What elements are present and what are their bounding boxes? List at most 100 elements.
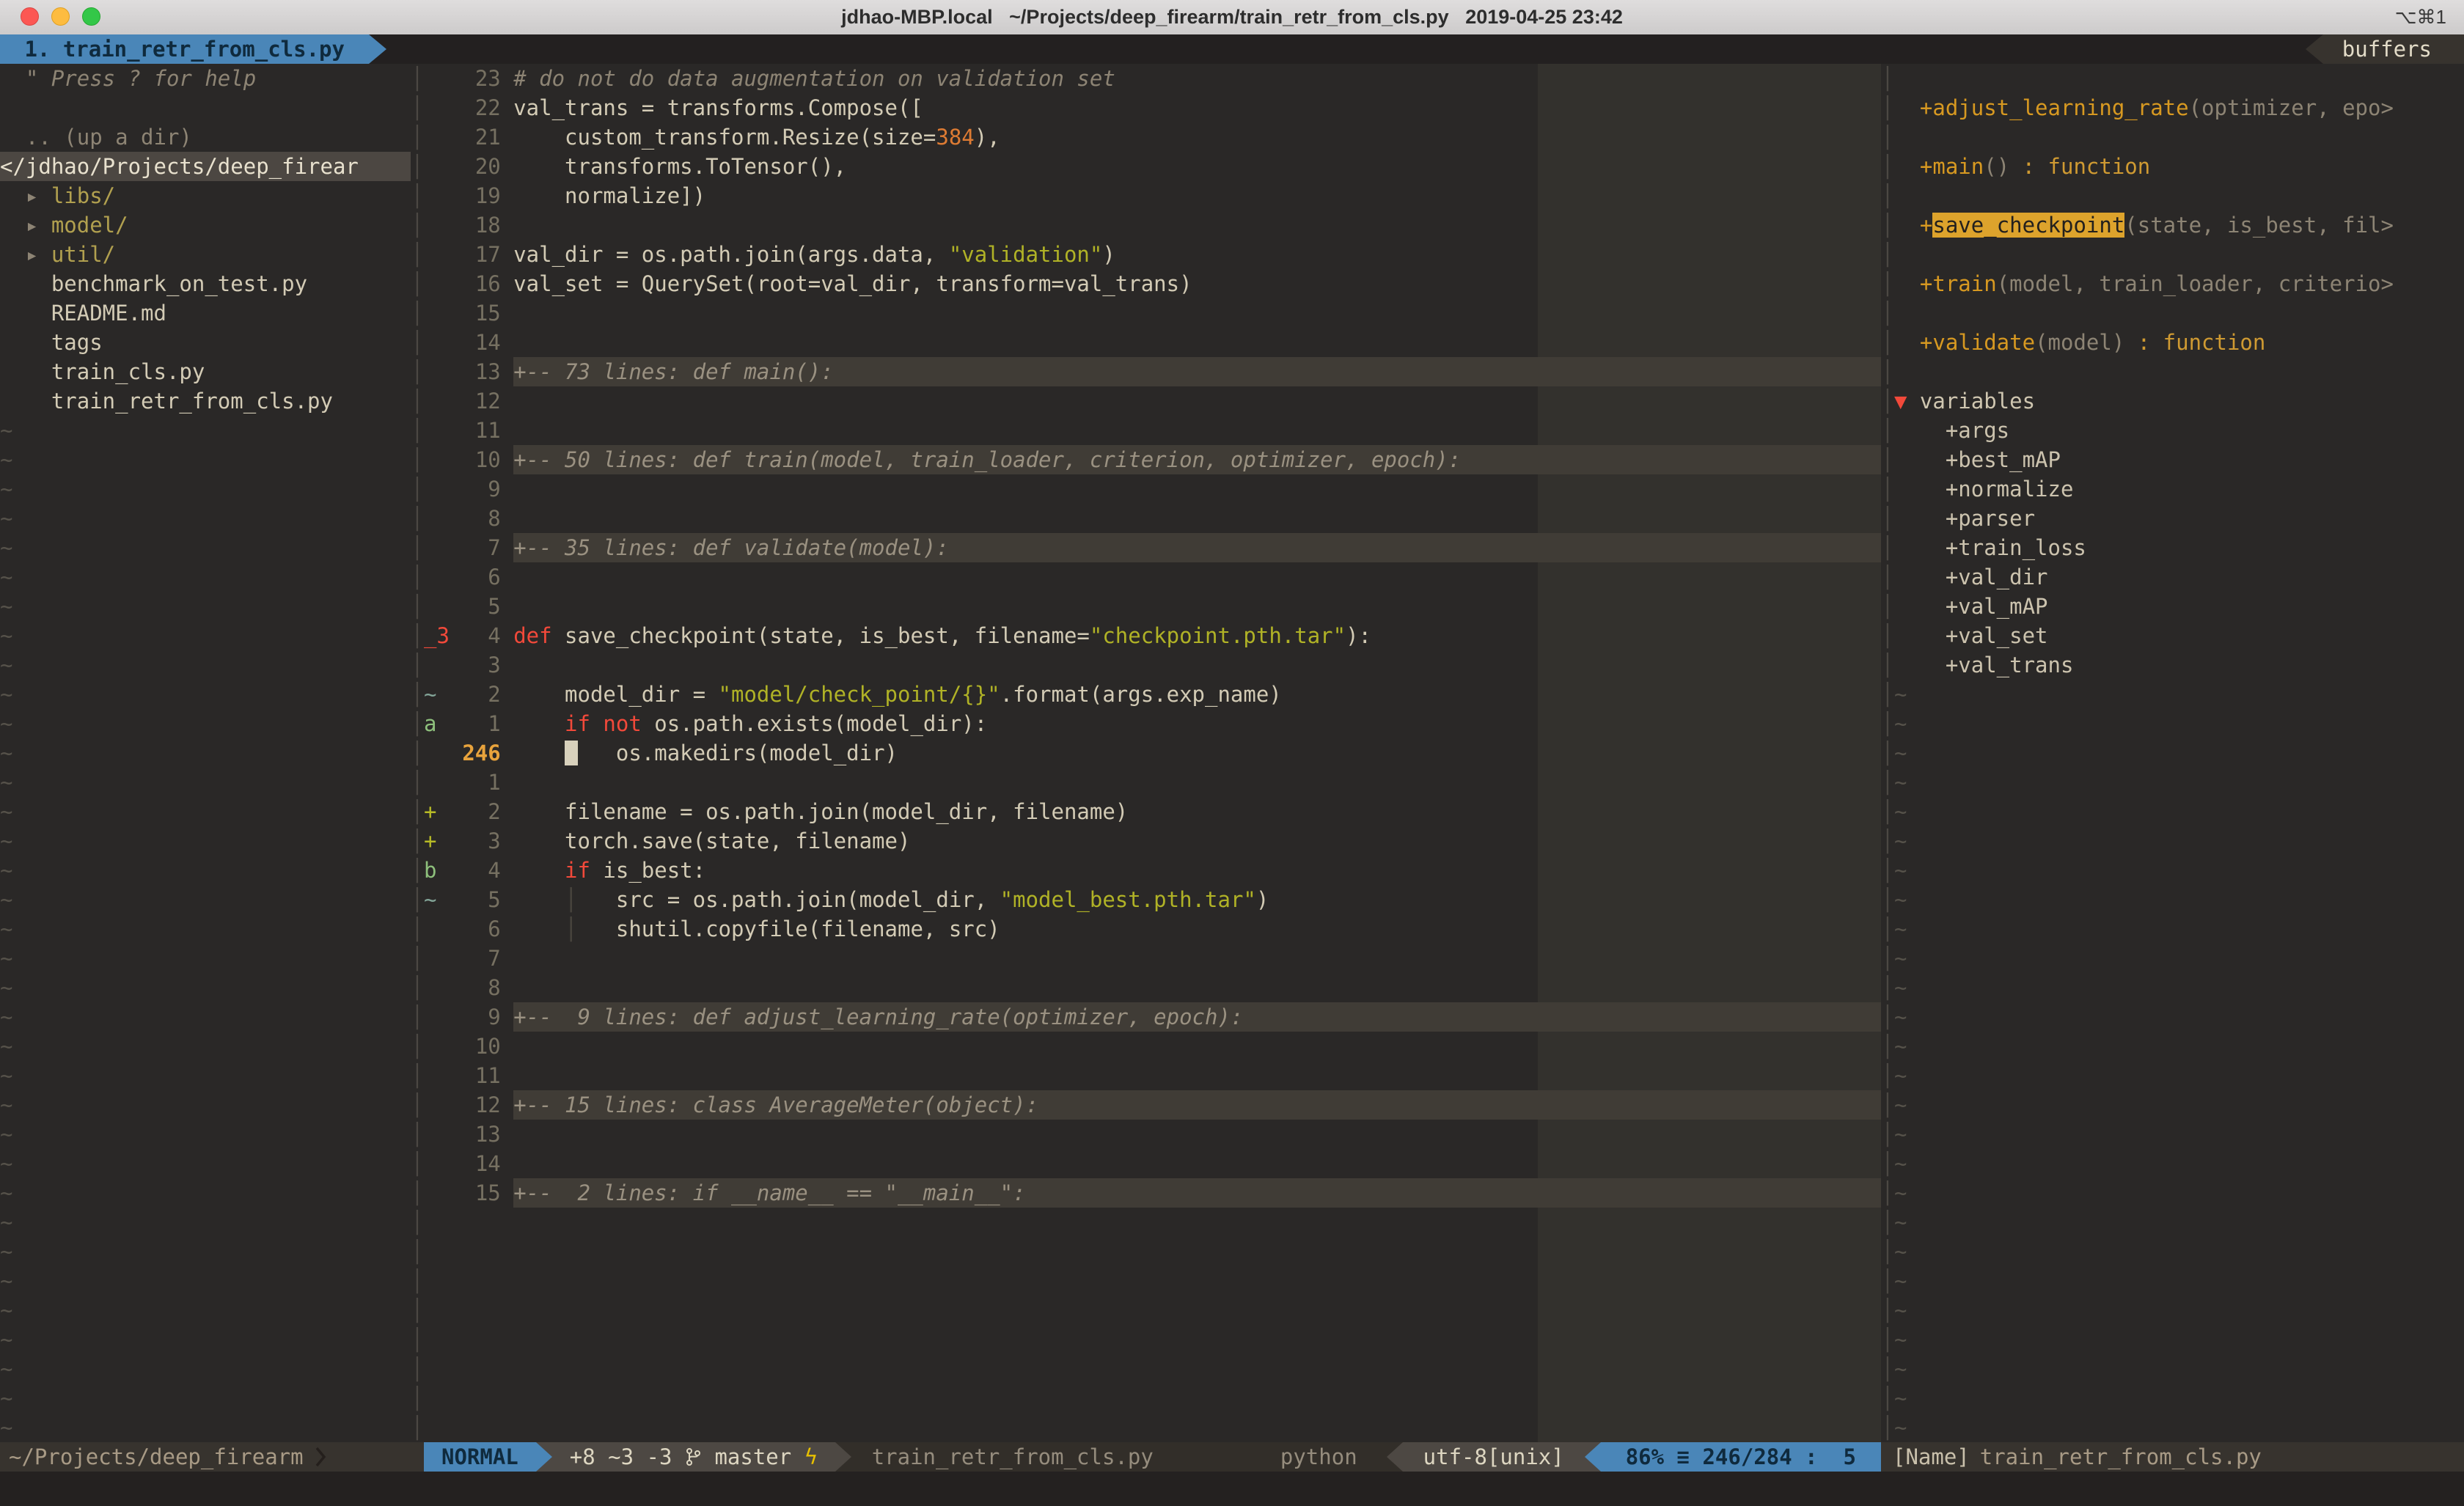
code-line[interactable]: ~2 model_dir = "model/check_point/{}".fo… xyxy=(424,680,1881,709)
empty-line-tilde: ~ xyxy=(1894,914,2464,944)
empty-line-tilde: ~ xyxy=(0,1325,411,1354)
code-line[interactable]: 8 xyxy=(424,504,1881,533)
tag-item[interactable]: +train_loss xyxy=(1894,533,2464,562)
code-line[interactable]: 11 xyxy=(424,1061,1881,1090)
empty-line xyxy=(424,1413,1881,1442)
empty-line-tilde: ~ xyxy=(1894,1325,2464,1354)
code-line[interactable]: 10 xyxy=(424,1032,1881,1061)
fold-line[interactable]: 7 +-- 35 lines: def validate(model): xyxy=(424,533,1881,562)
code-line[interactable]: 7 xyxy=(424,944,1881,973)
empty-line-tilde: ~ xyxy=(0,1178,411,1208)
tag-item[interactable]: +val_mAP xyxy=(1894,592,2464,621)
code-line[interactable]: ~5 │ src = os.path.join(model_dir, "mode… xyxy=(424,885,1881,914)
buffer-tab[interactable]: 1. train_retr_from_cls.py xyxy=(0,34,369,64)
code-line[interactable]: 16 val_set = QuerySet(root=val_dir, tran… xyxy=(424,269,1881,298)
airline-statusline: NORMAL +8 ~3 -3 master ϟ train_retr_from… xyxy=(424,1442,1881,1472)
tree-item[interactable]: benchmark_on_test.py xyxy=(0,269,411,298)
tree-item[interactable]: " Press ? for help xyxy=(0,64,411,93)
empty-line-tilde: ~ xyxy=(0,680,411,709)
code-line[interactable]: 22 val_trans = transforms.Compose([ xyxy=(424,93,1881,122)
code-line[interactable]: 13 xyxy=(424,1120,1881,1149)
code-line[interactable]: 21 custom_transform.Resize(size=384), xyxy=(424,122,1881,152)
code-line[interactable]: 14 xyxy=(424,328,1881,357)
fold-line[interactable]: 9 +-- 9 lines: def adjust_learning_rate(… xyxy=(424,1002,1881,1032)
code-line[interactable]: 8 xyxy=(424,973,1881,1002)
fold-line[interactable]: 12 +-- 15 lines: class AverageMeter(obje… xyxy=(424,1090,1881,1120)
tag-item[interactable]: +best_mAP xyxy=(1894,445,2464,474)
tag-item[interactable]: +train(model, train_loader, criterio> xyxy=(1894,269,2464,298)
empty-line-tilde: ~ xyxy=(0,1002,411,1032)
code-line[interactable]: 6 │ shutil.copyfile(filename, src) xyxy=(424,914,1881,944)
tag-item[interactable]: +parser xyxy=(1894,504,2464,533)
git-branch-name: master xyxy=(714,1442,791,1472)
empty-line-tilde: ~ xyxy=(1894,1384,2464,1413)
code-line[interactable]: +3 torch.save(state, filename) xyxy=(424,826,1881,856)
filetype-indicator: python xyxy=(1280,1442,1357,1472)
tag-item[interactable]: ▼ variables xyxy=(1894,386,2464,416)
tree-item[interactable]: ▸ model/ xyxy=(0,210,411,240)
code-line[interactable]: a1 if not os.path.exists(model_dir): xyxy=(424,709,1881,738)
nerdtree-window: " Press ? for help .. (up a dir)</jdhao/… xyxy=(0,64,411,1442)
tagbar-statusline: [Name] train_retr_from_cls.py xyxy=(1881,1442,2464,1472)
code-line[interactable]: 3 xyxy=(424,650,1881,680)
empty-line-tilde: ~ xyxy=(1894,768,2464,797)
tag-item[interactable]: +val_set xyxy=(1894,621,2464,650)
vim-windows: " Press ? for help .. (up a dir)</jdhao/… xyxy=(0,64,2464,1442)
nerdtree-path: ~/Projects/deep_firearm xyxy=(9,1442,304,1472)
code-line[interactable]: 20 transforms.ToTensor(), xyxy=(424,152,1881,181)
tree-item[interactable]: README.md xyxy=(0,298,411,328)
tag-item[interactable]: +save_checkpoint(state, is_best, fil> xyxy=(1894,210,2464,240)
code-line[interactable]: 19 normalize]) xyxy=(424,181,1881,210)
empty-line-tilde: ~ xyxy=(1894,973,2464,1002)
code-line[interactable]: 23 # do not do data augmentation on vali… xyxy=(424,64,1881,93)
code-line[interactable]: 11 xyxy=(424,416,1881,445)
vertical-split-left[interactable]: │ │ │ │ │ │ │ │ │ │ │ │ │ │ │ │ │ │ │ │ … xyxy=(411,64,424,1442)
code-line[interactable]: 12 xyxy=(424,386,1881,416)
tag-item[interactable]: +validate(model) : function xyxy=(1894,328,2464,357)
tag-item[interactable]: +adjust_learning_rate(optimizer, epo> xyxy=(1894,93,2464,122)
code-line[interactable]: 6 xyxy=(424,562,1881,592)
tree-item[interactable]: ▸ libs/ xyxy=(0,181,411,210)
tree-item[interactable]: </jdhao/Projects/deep_firear xyxy=(0,152,411,181)
fold-line[interactable]: 13 +-- 73 lines: def main(): xyxy=(424,357,1881,386)
vertical-split-right[interactable]: │ │ │ │ │ │ │ │ │ │ │ │ │ │ │ │ │ │ │ │ … xyxy=(1881,64,1894,1442)
code-line[interactable]: 15 xyxy=(424,298,1881,328)
code-line[interactable]: 5 xyxy=(424,592,1881,621)
code-line[interactable]: b4 if is_best: xyxy=(424,856,1881,885)
code-line[interactable]: 246 os.makedirs(model_dir) xyxy=(424,738,1881,768)
fold-line[interactable]: 15 +-- 2 lines: if __name__ == "__main__… xyxy=(424,1178,1881,1208)
tabline: 1. train_retr_from_cls.py buffers xyxy=(0,34,2464,64)
tree-item[interactable]: train_retr_from_cls.py xyxy=(0,386,411,416)
empty-line-tilde: ~ xyxy=(0,650,411,680)
code-line[interactable]: 1 xyxy=(424,768,1881,797)
code-line[interactable]: 18 xyxy=(424,210,1881,240)
fold-line[interactable]: 10 +-- 50 lines: def train(model, train_… xyxy=(424,445,1881,474)
powerline-separator-icon xyxy=(835,1442,851,1472)
git-section: +8 ~3 -3 master ϟ xyxy=(552,1442,835,1472)
tag-item xyxy=(1894,181,2464,210)
empty-line-tilde: ~ xyxy=(1894,680,2464,709)
tag-item[interactable]: +args xyxy=(1894,416,2464,445)
nerdtree-statusline: ~/Projects/deep_firearm xyxy=(0,1442,424,1472)
buffers-label[interactable]: buffers xyxy=(2323,34,2464,64)
code-line[interactable]: _34 def save_checkpoint(state, is_best, … xyxy=(424,621,1881,650)
code-line[interactable]: 9 xyxy=(424,474,1881,504)
empty-line-tilde: ~ xyxy=(0,562,411,592)
code-line[interactable]: +2 filename = os.path.join(model_dir, fi… xyxy=(424,797,1881,826)
code-line[interactable]: 14 xyxy=(424,1149,1881,1178)
tag-item[interactable]: +normalize xyxy=(1894,474,2464,504)
editor-content: 23 # do not do data augmentation on vali… xyxy=(424,64,1881,1442)
tag-item[interactable]: +val_dir xyxy=(1894,562,2464,592)
git-branch-icon xyxy=(685,1447,701,1467)
command-line[interactable] xyxy=(0,1472,2464,1506)
code-line[interactable]: 17 val_dir = os.path.join(args.data, "va… xyxy=(424,240,1881,269)
tree-item[interactable]: tags xyxy=(0,328,411,357)
tag-item[interactable]: +val_trans xyxy=(1894,650,2464,680)
tree-item[interactable]: train_cls.py xyxy=(0,357,411,386)
empty-line-tilde: ~ xyxy=(1894,1354,2464,1384)
chevron-right-icon xyxy=(315,1446,327,1468)
tag-item[interactable]: +main() : function xyxy=(1894,152,2464,181)
empty-line xyxy=(424,1208,1881,1237)
tree-item[interactable]: ▸ util/ xyxy=(0,240,411,269)
tree-item[interactable]: .. (up a dir) xyxy=(0,122,411,152)
